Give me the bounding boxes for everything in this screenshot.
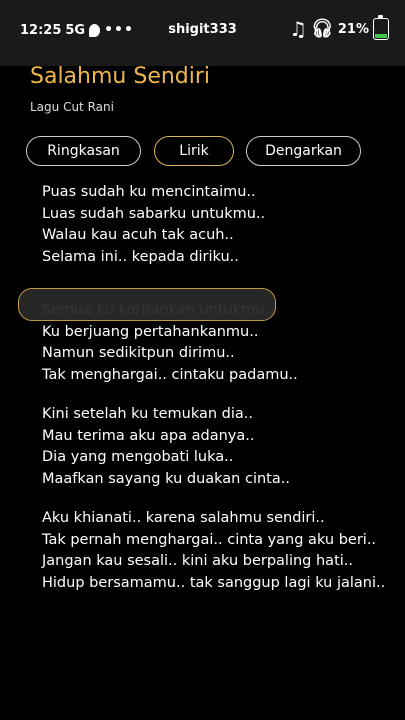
lyric-line: Aku khianati.. karena salahmu sendiri.. bbox=[42, 510, 325, 526]
status-bar: 12:25 5G ••• shigit333 ♫ 🎧︎ 21% bbox=[0, 0, 405, 66]
headphone-icon: 🎧︎ bbox=[311, 18, 334, 39]
lyric-line: Ku berjuang pertahankanmu.. bbox=[42, 323, 259, 340]
lyric-line: Walau kau acuh tak acuh.. bbox=[42, 227, 234, 243]
lyric-line: Dia yang mengobati luka.. bbox=[42, 449, 234, 465]
lyric-line: Tak menghargai.. cintaku padamu.. bbox=[42, 366, 298, 383]
tab-dengarkan[interactable]: Dengarkan bbox=[246, 136, 361, 166]
lyric-line: Mau terima aku apa adanya.. bbox=[42, 427, 255, 444]
lyric-line: Luas sudah sabarku untukmu.. bbox=[42, 205, 266, 222]
battery-percent: 21% bbox=[337, 21, 369, 37]
lyrics-stanza: Aku khianati.. karena salahmu sendiri.. … bbox=[42, 508, 392, 594]
music-note-icon: ♫ bbox=[289, 17, 308, 41]
lyric-line: Kini setelah ku temukan dia.. bbox=[42, 406, 253, 422]
lyrics-body: Puas sudah ku mencintaimu.. Luas sudah s… bbox=[42, 182, 392, 612]
lyric-line: Tak pernah menghargai.. cinta yang aku b… bbox=[42, 531, 377, 548]
status-right: ♫ 🎧︎ 21% bbox=[289, 15, 389, 41]
battery-icon bbox=[373, 15, 389, 40]
lyric-line: Jangan kau sesali.. kini aku berpaling h… bbox=[42, 553, 353, 569]
toast-popup bbox=[18, 288, 276, 321]
song-title: Salahmu Sendiri bbox=[30, 64, 211, 89]
lyric-line: Selama ini.. kepada diriku.. bbox=[42, 248, 239, 265]
tab-ringkasan[interactable]: Ringkasan bbox=[26, 136, 141, 166]
tab-lirik[interactable]: Lirik bbox=[154, 136, 234, 166]
song-subtitle: Lagu Cut Rani bbox=[30, 100, 114, 114]
lyric-line: Maafkan sayang ku duakan cinta.. bbox=[42, 470, 290, 487]
battery-level bbox=[375, 33, 387, 38]
lyric-line: Puas sudah ku mencintaimu.. bbox=[42, 184, 256, 200]
tab-bar: Ringkasan Lirik Dengarkan bbox=[26, 136, 376, 168]
lyric-line: Hidup bersamamu.. tak sanggup lagi ku ja… bbox=[42, 574, 386, 591]
lyrics-stanza: Kini setelah ku temukan dia.. Mau terima… bbox=[42, 404, 392, 490]
lyric-line: Namun sedikitpun dirimu.. bbox=[42, 345, 235, 361]
lyrics-stanza: Puas sudah ku mencintaimu.. Luas sudah s… bbox=[42, 182, 392, 268]
